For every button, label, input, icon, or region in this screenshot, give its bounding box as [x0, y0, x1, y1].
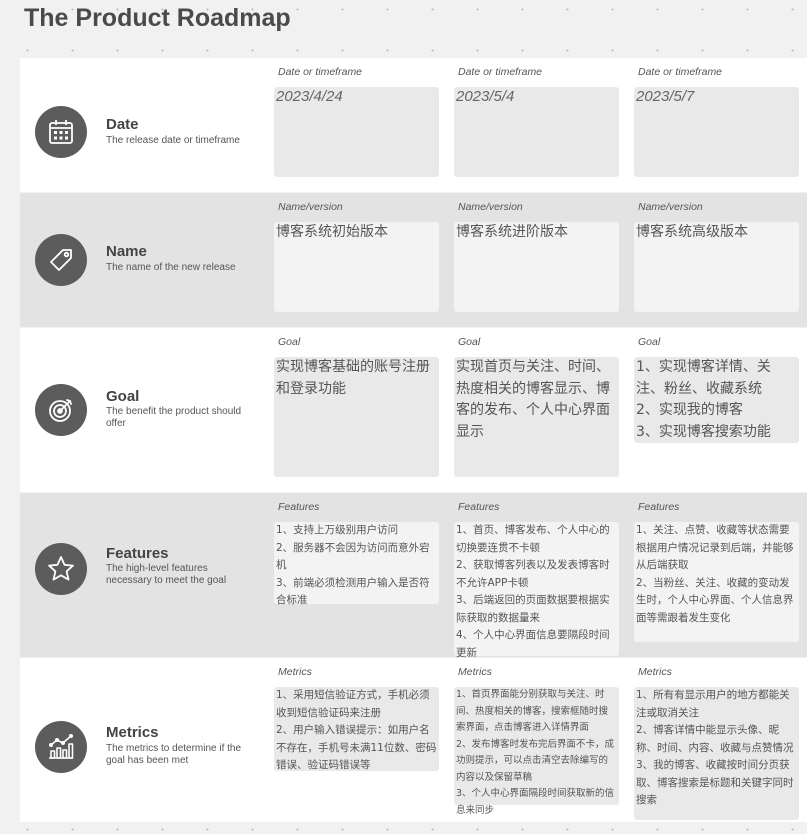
- column-label: Goal: [638, 336, 661, 348]
- column-label: Date or timeframe: [458, 66, 543, 78]
- row-description: The high-level features necessary to mee…: [106, 563, 227, 586]
- metrics-value: 1、采用短信验证方式，手机必须收到短信验证码来注册 2、用户输入错误提示：如用户…: [276, 689, 437, 771]
- features-value: 1、关注、点赞、收藏等状态需要根据用户情况记录到后端，并能够从后端获取 2、当粉…: [636, 524, 794, 624]
- column-label: Name/version: [458, 201, 523, 213]
- name-value: 博客系统初始版本: [276, 224, 388, 240]
- row-title: Features: [106, 545, 169, 562]
- roadmap-row-name: Name The name of the new release Name/ve…: [20, 193, 807, 327]
- column-label: Features: [638, 501, 680, 513]
- metrics-value: 1、首页界面能分别获取与关注、时间、热度相关的博客，搜索框随时搜索界面，点击博客…: [456, 689, 615, 816]
- column-label: Goal: [278, 336, 301, 348]
- metrics-cell-2[interactable]: 1、首页界面能分别获取与关注、时间、热度相关的博客，搜索框随时搜索界面，点击博客…: [454, 687, 619, 816]
- features-value: 1、支持上万级别用户访问 2、服务器不会因为访问而意外宕机 3、前端必须检测用户…: [276, 524, 430, 606]
- name-cell-1[interactable]: 博客系统初始版本: [274, 222, 439, 312]
- row-description: The metrics to determine if the goal has…: [106, 743, 242, 766]
- column-label: Features: [458, 501, 500, 513]
- star-icon: [35, 543, 87, 595]
- date-cell-3[interactable]: 2023/5/7: [634, 87, 799, 177]
- row-title: Goal: [106, 388, 140, 405]
- column-label: Date or timeframe: [638, 66, 723, 78]
- metrics-cell-3[interactable]: 1、所有有显示用户的地方都能关注或取消关注 2、博客详情中能显示头像、昵称、时间…: [634, 687, 799, 820]
- page-title: The Product Roadmap: [24, 4, 291, 32]
- name-value: 博客系统进阶版本: [456, 224, 568, 240]
- roadmap-row-metrics: Metrics The metrics to determine if the …: [20, 658, 807, 822]
- calendar-icon: [35, 106, 87, 158]
- tag-icon: [35, 234, 87, 286]
- column-label: Date or timeframe: [278, 66, 363, 78]
- roadmap-row-goal: Goal The benefit the product should offe…: [20, 328, 807, 492]
- column-label: Metrics: [638, 666, 672, 678]
- date-cell-2[interactable]: 2023/5/4: [454, 87, 619, 177]
- goal-cell-2[interactable]: 实现首页与关注、时间、热度相关的博客显示、博客的发布、个人中心界面显示: [454, 357, 619, 477]
- goal-value: 实现博客基础的账号注册和登录功能: [276, 359, 430, 397]
- row-description: The benefit the product should offer: [106, 406, 242, 429]
- date-cell-1[interactable]: 2023/4/24: [274, 87, 439, 177]
- row-title: Name: [106, 243, 147, 260]
- date-value: 2023/5/7: [636, 88, 695, 105]
- roadmap-row-date: Date The release date or timeframe Date …: [20, 58, 807, 192]
- features-value: 1、首页、博客发布、个人中心的切换要连贯不卡顿 2、获取博客列表以及发表博客时不…: [456, 524, 610, 659]
- goal-value: 实现首页与关注、时间、热度相关的博客显示、博客的发布、个人中心界面显示: [456, 359, 610, 440]
- roadmap-row-features: Features The high-level features necessa…: [20, 493, 807, 659]
- row-description: The name of the new release: [106, 262, 236, 273]
- column-label: Goal: [458, 336, 481, 348]
- column-label: Metrics: [458, 666, 492, 678]
- target-icon: [35, 384, 87, 436]
- row-description: The release date or timeframe: [106, 135, 240, 146]
- goal-cell-1[interactable]: 实现博客基础的账号注册和登录功能: [274, 357, 439, 477]
- name-cell-3[interactable]: 博客系统高级版本: [634, 222, 799, 312]
- name-cell-2[interactable]: 博客系统进阶版本: [454, 222, 619, 312]
- date-value: 2023/5/4: [456, 88, 515, 105]
- metrics-value: 1、所有有显示用户的地方都能关注或取消关注 2、博客详情中能显示头像、昵称、时间…: [636, 689, 794, 806]
- column-label: Features: [278, 501, 320, 513]
- features-cell-3[interactable]: 1、关注、点赞、收藏等状态需要根据用户情况记录到后端，并能够从后端获取 2、当粉…: [634, 522, 799, 642]
- column-label: Metrics: [278, 666, 312, 678]
- goal-cell-3[interactable]: 1、实现博客详情、关注、粉丝、收藏系统 2、实现我的博客 3、实现博客搜索功能: [634, 357, 799, 443]
- row-title: Metrics: [106, 724, 159, 741]
- chart-icon: [35, 721, 87, 773]
- metrics-cell-1[interactable]: 1、采用短信验证方式，手机必须收到短信验证码来注册 2、用户输入错误提示：如用户…: [274, 687, 439, 771]
- name-value: 博客系统高级版本: [636, 224, 748, 240]
- column-label: Name/version: [278, 201, 343, 213]
- features-cell-2[interactable]: 1、首页、博客发布、个人中心的切换要连贯不卡顿 2、获取博客列表以及发表博客时不…: [454, 522, 619, 659]
- column-label: Name/version: [638, 201, 703, 213]
- features-cell-1[interactable]: 1、支持上万级别用户访问 2、服务器不会因为访问而意外宕机 3、前端必须检测用户…: [274, 522, 439, 606]
- date-value: 2023/4/24: [276, 88, 343, 105]
- row-title: Date: [106, 116, 139, 133]
- goal-value: 1、实现博客详情、关注、粉丝、收藏系统 2、实现我的博客 3、实现博客搜索功能: [636, 359, 771, 440]
